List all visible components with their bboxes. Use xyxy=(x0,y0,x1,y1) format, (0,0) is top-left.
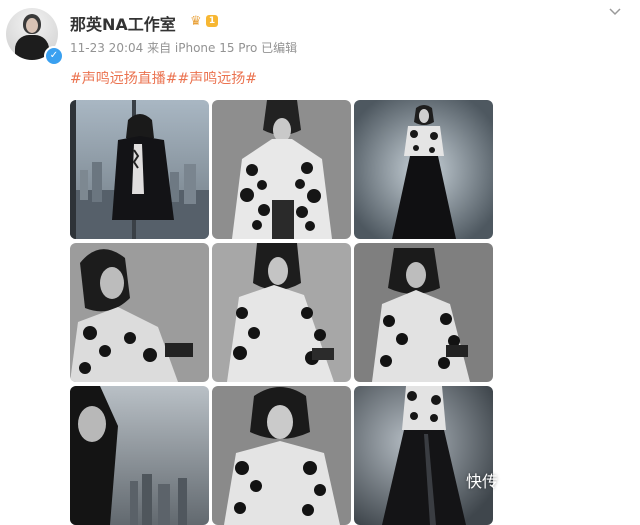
photo-4-side-portrait[interactable] xyxy=(70,243,209,382)
photo-6-looking-down[interactable] xyxy=(354,243,493,382)
photo-2-lace-blazer[interactable] xyxy=(212,100,351,239)
verified-check-icon: ✓ xyxy=(44,46,64,66)
watermark: 快传 xyxy=(466,472,499,491)
photo-5-lace-jacket-pose[interactable] xyxy=(212,243,351,382)
post-meta: 11-23 20:04 来自 iPhone 15 Pro 已编辑 xyxy=(70,41,298,55)
photo-3-full-length-gown[interactable] xyxy=(354,100,493,239)
photo-7-city-profile[interactable] xyxy=(70,386,209,525)
photo-8-smiling-portrait[interactable] xyxy=(212,386,351,525)
vip-badge[interactable]: ♛ 1 xyxy=(190,13,220,29)
photo-1-city-window[interactable] xyxy=(70,100,209,239)
username[interactable]: 那英NA工作室 xyxy=(70,11,176,35)
hashtags[interactable]: #声鸣远扬直播##声鸣远扬# xyxy=(70,68,257,88)
avatar[interactable]: ✓ xyxy=(6,8,64,66)
vip-level: 1 xyxy=(206,15,218,27)
chevron-down-icon[interactable] xyxy=(608,4,622,18)
crown-icon: ♛ xyxy=(190,13,202,29)
photo-9-satin-skirt[interactable] xyxy=(354,386,493,525)
photo-grid xyxy=(70,100,494,525)
